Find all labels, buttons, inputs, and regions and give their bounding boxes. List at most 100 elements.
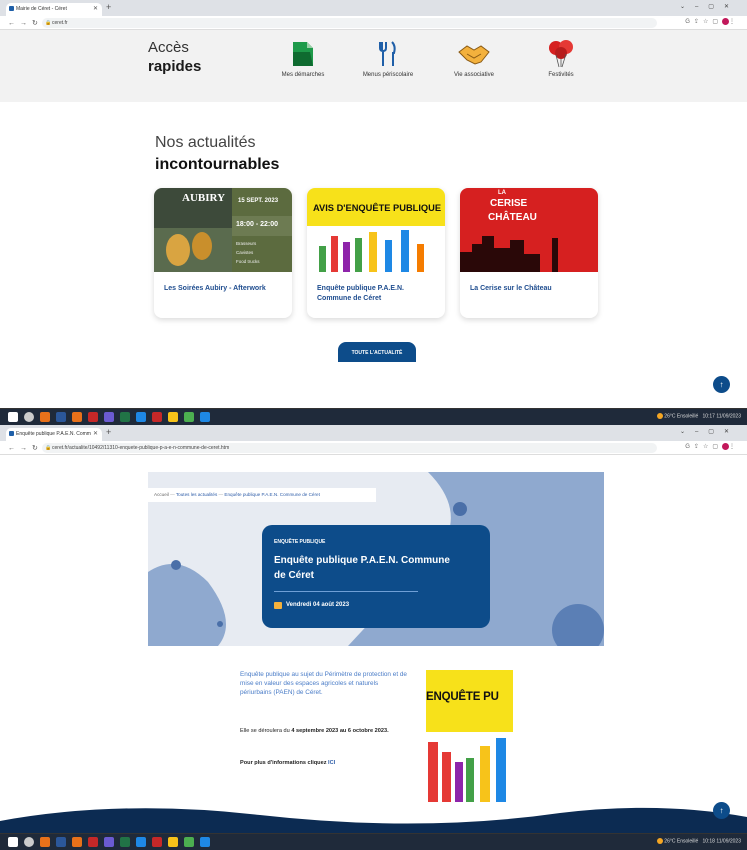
close-tab-icon[interactable]: ✕: [93, 430, 98, 437]
close-tab-icon[interactable]: ✕: [93, 5, 98, 12]
app-icon[interactable]: [136, 837, 146, 847]
cerise-line: LA: [498, 190, 506, 196]
search-icon[interactable]: [24, 412, 34, 422]
word-icon[interactable]: [56, 412, 66, 422]
browser-icon[interactable]: [72, 837, 82, 847]
quick-item-associations[interactable]: Vie associative: [434, 38, 514, 78]
explorer-icon[interactable]: [168, 837, 178, 847]
chrome-icon[interactable]: [184, 412, 194, 422]
quick-item-label: Mes démarches: [281, 72, 325, 78]
enquete-poster-image: ENQUÊTE PU: [426, 670, 513, 802]
app-icon[interactable]: [200, 412, 210, 422]
article-header-card: ENQUÊTE PUBLIQUE Enquête publique P.A.E.…: [262, 525, 490, 628]
breadcrumb-news[interactable]: Toutes les actualités: [176, 492, 217, 497]
quick-item-label: Vie associative: [454, 72, 494, 78]
toolbar-icons[interactable]: G⇪☆▢ ⋮: [685, 18, 739, 25]
quick-item-festivites[interactable]: Festivités: [521, 38, 601, 78]
acrobat-icon[interactable]: [152, 412, 162, 422]
chrome-icon[interactable]: [184, 837, 194, 847]
enquete-image: AVIS D'ENQUÊTE PUBLIQUE: [307, 188, 445, 272]
navigation-buttons[interactable]: ←→↻: [8, 444, 43, 452]
quick-access-section: Accès rapides Mes démarches Menus périsc…: [0, 30, 747, 102]
system-tray[interactable]: 26°C Ensoleillé 10:18 11/09/2023: [656, 838, 741, 845]
acrobat-icon[interactable]: [152, 837, 162, 847]
windows-taskbar: 26°C Ensoleillé 10:18 11/09/2023: [0, 833, 747, 850]
article-hero: Accueil — Toutes les actualités — Enquêt…: [148, 472, 604, 646]
excel-icon[interactable]: [120, 412, 130, 422]
article-dates: Elle se déroulera du 4 septembre 2023 au…: [240, 726, 410, 736]
firefox-icon[interactable]: [40, 412, 50, 422]
address-bar[interactable]: 🔒 ceret.fr/actualite/10492/11310-enquete…: [42, 443, 657, 453]
card-title[interactable]: La Cerise sur le Château: [470, 284, 590, 294]
quick-item-label: Menus périscolaire: [362, 72, 414, 78]
app-icon[interactable]: [104, 837, 114, 847]
screenshot-article: Enquête publique P.A.E.N. Comm ✕ + ⌄–▢✕ …: [0, 425, 747, 850]
quick-item-demarches[interactable]: Mes démarches: [263, 38, 343, 78]
windows-icon[interactable]: [8, 412, 18, 422]
aubiry-line: Food trucks: [236, 259, 260, 264]
quick-title-line2: rapides: [148, 58, 202, 75]
folder-icon: [263, 38, 343, 68]
browser-icon[interactable]: [72, 412, 82, 422]
scroll-top-button[interactable]: ↑: [713, 376, 730, 393]
arrow-up-icon: ↑: [719, 806, 724, 815]
dates-range: 4 septembre 2023 au 6 octobre 2023.: [291, 728, 389, 734]
breadcrumb-home[interactable]: Accueil: [154, 492, 169, 497]
new-tab-icon[interactable]: +: [106, 2, 111, 12]
browser-tab[interactable]: Enquête publique P.A.E.N. Comm ✕: [6, 428, 102, 441]
aubiry-line: Cavistes: [236, 250, 254, 255]
aubiry-image: AUBIRY 15 SEPT. 2023 18:00 - 22:00 Brass…: [154, 188, 292, 272]
window-controls[interactable]: ⌄–▢✕: [680, 3, 739, 10]
browser-tab-bar: Mairie de Céret - Céret ✕ + ⌄–▢✕: [0, 0, 747, 16]
screenshot-homepage: Mairie de Céret - Céret ✕ + ⌄–▢✕ ←→↻ 🔒 c…: [0, 0, 747, 425]
news-card-enquete[interactable]: AVIS D'ENQUÊTE PUBLIQUE Enquête publique…: [307, 188, 445, 318]
taskbar-apps[interactable]: [8, 837, 210, 847]
url-text: ceret.fr/actualite/10492/11310-enquete-p…: [52, 445, 230, 451]
taskbar-apps[interactable]: [8, 412, 210, 422]
toolbar-icons[interactable]: G⇪☆▢ ⋮: [685, 443, 739, 450]
app-icon[interactable]: [136, 412, 146, 422]
card-title[interactable]: Enquête publique P.A.E.N. Commune de Cér…: [317, 284, 437, 304]
news-title-line2: incontournables: [155, 156, 280, 173]
quick-item-label: Festivités: [548, 72, 574, 78]
pdf-icon[interactable]: [88, 412, 98, 422]
cerise-image: LA CERISE CHÂTEAU: [460, 188, 598, 272]
profile-icon[interactable]: [722, 443, 729, 450]
url-text: ceret.fr: [52, 20, 68, 26]
search-icon[interactable]: [24, 837, 34, 847]
card-title[interactable]: Les Soirées Aubiry - Afterwork: [164, 284, 284, 294]
quick-item-menus[interactable]: Menus périscolaire: [348, 38, 428, 78]
address-toolbar: ←→↻ 🔒 ceret.fr/actualite/10492/11310-enq…: [0, 441, 747, 455]
all-news-button[interactable]: TOUTE L'ACTUALITÉ: [338, 342, 416, 362]
new-tab-icon[interactable]: +: [106, 427, 111, 437]
tab-title: Mairie de Céret - Céret: [16, 6, 67, 12]
calendar-icon: [274, 602, 282, 609]
firefox-icon[interactable]: [40, 837, 50, 847]
word-icon[interactable]: [56, 837, 66, 847]
weather-icon: [656, 838, 663, 844]
clock-date: 11/09/2023: [716, 413, 741, 420]
system-tray[interactable]: 26°C Ensoleillé 10:17 11/09/2023: [656, 413, 741, 420]
app-icon[interactable]: [200, 837, 210, 847]
news-card-aubiry[interactable]: AUBIRY 15 SEPT. 2023 18:00 - 22:00 Brass…: [154, 188, 292, 318]
article-intro: Enquête publique au sujet du Périmètre d…: [240, 671, 407, 696]
dates-prefix: Elle se déroulera du: [240, 728, 292, 734]
scroll-top-button[interactable]: ↑: [713, 802, 730, 819]
pdf-icon[interactable]: [88, 837, 98, 847]
profile-icon[interactable]: [722, 18, 729, 25]
balloons-icon: [521, 38, 601, 68]
news-card-cerise[interactable]: LA CERISE CHÂTEAU La Cerise sur le Châte…: [460, 188, 598, 318]
excel-icon[interactable]: [120, 837, 130, 847]
browser-tab[interactable]: Mairie de Céret - Céret ✕: [6, 3, 102, 16]
more-info-link[interactable]: ICI: [328, 760, 335, 766]
weather-text: 26°C Ensoleillé: [664, 838, 699, 845]
explorer-icon[interactable]: [168, 412, 178, 422]
windows-icon[interactable]: [8, 837, 18, 847]
window-controls[interactable]: ⌄–▢✕: [680, 428, 739, 435]
app-icon[interactable]: [104, 412, 114, 422]
aubiry-date: 15 SEPT. 2023: [238, 198, 279, 204]
address-bar[interactable]: 🔒 ceret.fr: [42, 18, 657, 28]
navigation-buttons[interactable]: ←→↻: [8, 19, 43, 27]
favicon-icon: [9, 6, 14, 11]
more-info-text: Pour plus d'informations cliquez: [240, 760, 329, 766]
